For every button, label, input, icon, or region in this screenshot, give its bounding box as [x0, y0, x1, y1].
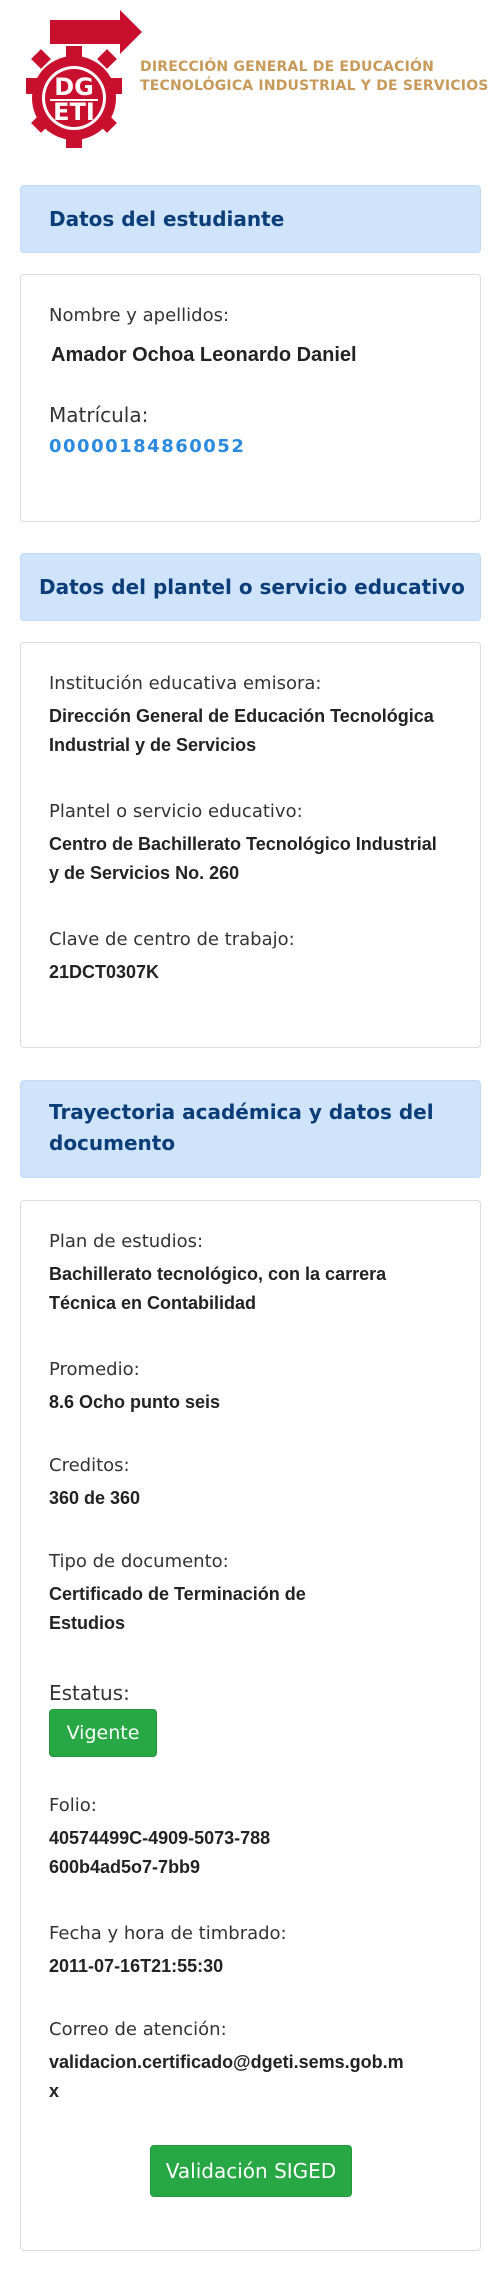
- name-value: Amador Ochoa Leonardo Daniel: [51, 344, 357, 366]
- contact-email-value: validacion.certificado@dgeti.sems.gob.mx: [49, 2052, 404, 2101]
- work-center-key-value: 21DCT0307K: [49, 962, 160, 982]
- work-center-key-label: Clave de centro de trabajo:: [49, 929, 295, 950]
- campus-value: Centro de Bachillerato Tecnológico Indus…: [49, 834, 437, 883]
- name-label: Nombre y apellidos:: [49, 305, 230, 326]
- matricula-value: 00000184860052: [49, 436, 246, 457]
- plan-value: Bachillerato tecnológico, con la carrera…: [49, 1264, 387, 1313]
- school-card: Institución educativa emisora: Dirección…: [20, 642, 481, 1048]
- status-label: Estatus:: [49, 1681, 130, 1705]
- validate-siged-button[interactable]: Validación SIGED: [150, 2145, 352, 2197]
- svg-text:ETI: ETI: [53, 98, 95, 126]
- doc-type-label: Tipo de documento:: [49, 1551, 229, 1572]
- contact-email-label: Correo de atención:: [49, 2019, 227, 2040]
- institution-label: Institución educativa emisora:: [49, 673, 322, 694]
- status-badge: Vigente: [49, 1709, 157, 1757]
- credits-label: Creditos:: [49, 1455, 130, 1476]
- dgeti-logo: DG ETI: [26, 10, 142, 148]
- section-title-student: Datos del estudiante: [20, 185, 481, 253]
- matricula-label: Matrícula:: [49, 403, 149, 427]
- credits-value: 360 de 360: [49, 1488, 141, 1508]
- section-title-school: Datos del plantel o servicio educativo: [20, 553, 481, 621]
- doc-type-value: Certificado de Terminación de Estudios: [49, 1584, 306, 1633]
- plan-label: Plan de estudios:: [49, 1231, 204, 1252]
- folio-label: Folio:: [49, 1795, 97, 1816]
- average-label: Promedio:: [49, 1359, 140, 1380]
- stamp-date-label: Fecha y hora de timbrado:: [49, 1923, 287, 1944]
- campus-label: Plantel o servicio educativo:: [49, 801, 303, 822]
- stamp-date-value: 2011-07-16T21:55:30: [49, 1956, 224, 1976]
- org-name: DIRECCIÓN GENERAL DE EDUCACIÓN TECNOLÓGI…: [140, 58, 490, 96]
- org-name-line1: DIRECCIÓN GENERAL DE EDUCACIÓN: [140, 59, 434, 75]
- svg-text:DG: DG: [54, 73, 94, 101]
- academic-card: Plan de estudios: Bachillerato tecnológi…: [20, 1200, 481, 2251]
- average-value: 8.6 Ocho punto seis: [49, 1392, 221, 1412]
- student-card: Nombre y apellidos: Amador Ochoa Leonard…: [20, 274, 481, 522]
- section-title-academic: Trayectoria académica y datos del docume…: [20, 1080, 481, 1178]
- folio-value: 40574499C-4909-5073-788600b4ad5o7-7bb9: [49, 1828, 271, 1877]
- org-name-line2: TECNOLÓGICA INDUSTRIAL Y DE SERVICIOS: [140, 78, 489, 94]
- institution-value: Dirección General de Educación Tecnológi…: [49, 706, 434, 755]
- header: DG ETI DIRECCIÓN GENERAL DE EDUCACIÓN TE…: [0, 0, 500, 160]
